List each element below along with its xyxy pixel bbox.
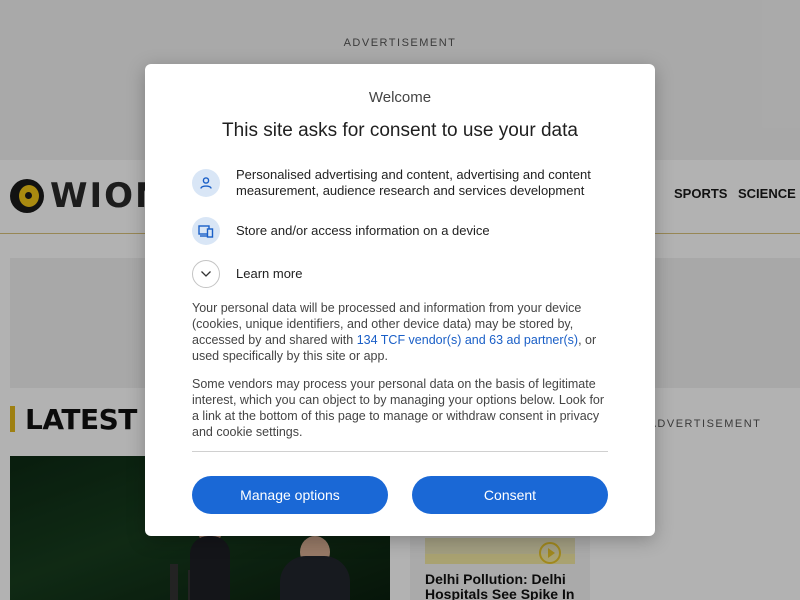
data-processing-paragraph: Your personal data will be processed and… <box>192 300 612 364</box>
vendors-link[interactable]: 134 TCF vendor(s) and 63 ad partner(s) <box>357 333 578 347</box>
dialog-divider <box>192 451 608 452</box>
person-icon <box>192 169 220 197</box>
purpose-text: Store and/or access information on a dev… <box>236 223 490 238</box>
purpose-store-access: Store and/or access information on a dev… <box>192 217 606 245</box>
dialog-title: This site asks for consent to use your d… <box>222 120 578 141</box>
manage-options-button[interactable]: Manage options <box>192 476 388 514</box>
learn-more-label[interactable]: Learn more <box>236 266 606 282</box>
consent-dialog: Welcome This site asks for consent to us… <box>145 64 655 536</box>
consent-button[interactable]: Consent <box>412 476 608 514</box>
purpose-text: Personalised advertising and content, ad… <box>236 167 591 198</box>
purpose-personalised-ads: Personalised advertising and content, ad… <box>192 167 606 199</box>
dialog-welcome: Welcome <box>368 89 432 106</box>
learn-more-toggle[interactable]: Learn more <box>192 260 606 288</box>
devices-icon <box>192 217 220 245</box>
chevron-down-icon[interactable] <box>192 260 220 288</box>
legitimate-interest-paragraph: Some vendors may process your personal d… <box>192 377 605 439</box>
